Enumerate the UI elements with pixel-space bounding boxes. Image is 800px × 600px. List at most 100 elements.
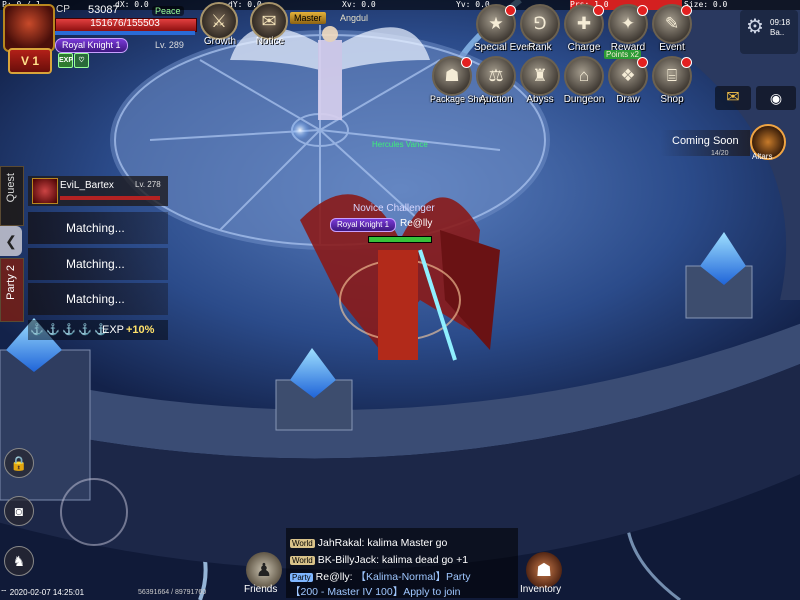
charge-button[interactable]: ✚ Charge: [562, 4, 606, 53]
debug-xv: Xv: 0.0: [342, 0, 376, 9]
notice-label: Notice: [255, 36, 285, 47]
chat-text: 【200 - Master IV 100】Apply to join: [290, 586, 461, 598]
ally-name[interactable]: Hercules Vance: [372, 140, 428, 149]
mail-icon[interactable]: ✉: [715, 86, 751, 110]
chat-user: Re@lly:: [315, 571, 353, 583]
cp-value: 53087: [88, 4, 119, 16]
notice-button[interactable]: ✉ Notice: [250, 2, 290, 47]
inventory-label: Inventory: [520, 584, 562, 595]
exp-label: EXP: [102, 324, 125, 336]
crossed-swords-icon: ⚔: [200, 2, 238, 40]
special-event-button[interactable]: ★ Special Event: [474, 4, 535, 53]
datetime: 2020-02-07 14:25:01: [9, 588, 85, 597]
rank-glyph: ⅁: [533, 14, 547, 33]
chat-message: World JahRakal: kalima Master go: [290, 537, 447, 549]
shop-button[interactable]: ⌸ Shop: [650, 56, 694, 105]
wifi-icon: ⌔: [0, 588, 8, 597]
collapse-panel-button[interactable]: ❮: [0, 226, 22, 256]
party-exp-bonus-bar: ⚓ ⚓ ⚓ ⚓ ⚓ EXP +10%: [28, 320, 168, 340]
npc-name: Angdul: [340, 13, 369, 23]
abyss-button[interactable]: ♜ Abyss: [518, 56, 562, 105]
tab-quest-label: Quest: [5, 173, 17, 203]
dungeon-icon: ⌂: [564, 56, 604, 96]
dungeon-glyph: ⌂: [578, 66, 590, 85]
status-time: 09:18: [770, 18, 791, 27]
player-title-badge: Royal Knight 1: [55, 38, 128, 53]
mount-horse-icon[interactable]: ♞: [4, 546, 34, 576]
party-slot-matching[interactable]: Matching...: [28, 248, 168, 280]
player-title-tag: Royal Knight 1: [330, 218, 397, 232]
coming-soon-label: Coming Soon: [672, 135, 739, 147]
tab-quest[interactable]: Quest: [0, 166, 24, 226]
anchor-icon: ⚓: [62, 324, 76, 336]
chat-text: kalima dead go +1: [379, 554, 469, 566]
anchor-icon: ⚓: [30, 324, 44, 336]
exp-bonus-value: +10%: [126, 324, 155, 336]
virtual-joystick[interactable]: [60, 478, 128, 546]
tab-party[interactable]: Party 2: [0, 258, 24, 322]
growth-label: Growth: [203, 36, 237, 47]
reward-button[interactable]: ✦ Reward: [606, 4, 650, 53]
tab-party-label: Party 2: [5, 265, 17, 300]
chat-message[interactable]: 【200 - Master IV 100】Apply to join: [290, 584, 460, 599]
player-level: Lv. 289: [155, 40, 184, 50]
special-event-glyph: ★: [488, 14, 504, 33]
eye-view-icon[interactable]: ◉: [756, 86, 796, 110]
vip-level-badge[interactable]: V 1: [8, 48, 52, 74]
notification-dot: [637, 5, 648, 16]
notification-dot: [637, 57, 648, 68]
notification-dot: [593, 5, 604, 16]
player-character-name[interactable]: Re@lly: [400, 218, 432, 229]
chat-message: Party Re@lly: 【Kalima-Normal】Party: [290, 569, 470, 584]
points-x2-badge: Points x2: [604, 50, 641, 59]
friends-icon[interactable]: ♟: [246, 552, 282, 588]
party-member-level: Lv. 278: [135, 180, 161, 189]
minimap-compass-icon: ⚙: [746, 16, 764, 38]
chat-user: BK-BillyJack:: [317, 554, 380, 566]
altar-label: Altars: [752, 152, 773, 161]
notification-dot: [461, 57, 472, 68]
party-member-hp-bar: [60, 196, 160, 200]
draw-button[interactable]: ❖ Points x2 Draw: [604, 50, 650, 105]
event-button[interactable]: ✎ Event: [650, 4, 694, 53]
chat-channel-tag: World: [290, 556, 315, 565]
status-extra: Ba..: [770, 28, 785, 37]
debug-dx: dX: 0.0: [115, 0, 149, 9]
package-glyph: ☗: [444, 66, 460, 85]
event-icon: ✎: [652, 4, 692, 44]
shop-glyph: ⌸: [666, 66, 678, 85]
exp-buff-icon[interactable]: EXP: [58, 53, 73, 68]
auction-scale-icon: ⚖: [476, 56, 516, 96]
player-portrait[interactable]: [3, 4, 55, 52]
camera-icon[interactable]: ◙: [4, 496, 34, 526]
growth-button[interactable]: ⚔ Growth: [200, 2, 240, 47]
special-event-icon: ★: [476, 4, 516, 44]
party-slot-matching[interactable]: Matching...: [28, 283, 168, 315]
chat-text: 【Kalima-Normal】Party: [352, 571, 471, 583]
chat-channel-tag: Party: [290, 573, 313, 582]
chat-message: World BK-BillyJack: kalima dead go +1: [290, 554, 468, 566]
inventory-bag-icon[interactable]: ☗: [526, 552, 562, 588]
party-slot-matching[interactable]: Matching...: [28, 212, 168, 244]
draw-glyph: ❖: [620, 66, 636, 85]
scroll-icon: ✉: [250, 2, 288, 40]
package-icon: ☗: [432, 56, 472, 96]
auction-glyph: ⚖: [488, 66, 504, 85]
lock-icon[interactable]: 🔒: [4, 448, 34, 478]
party-member-portrait: [32, 178, 58, 204]
auction-button[interactable]: ⚖ Auction: [474, 56, 518, 105]
npc-title-badge: Master: [290, 12, 326, 24]
chat-text: kalima Master go: [364, 537, 448, 549]
party-member-name: EviL_Bartex: [60, 180, 114, 191]
position-readout: 56391664 / 89791760: [138, 589, 207, 596]
player-guild-name: Novice Challenger: [353, 203, 435, 214]
rank-button[interactable]: ⅁ Rank: [518, 4, 562, 53]
charge-icon: ✚: [564, 4, 604, 44]
reward-glyph: ✦: [620, 14, 636, 33]
package-shop-button[interactable]: ☗ Package Shop: [430, 56, 489, 104]
anchor-icon: ⚓: [46, 324, 60, 336]
heart-buff-icon[interactable]: ♡: [74, 53, 89, 68]
peace-mode-toggle[interactable]: Peace: [152, 6, 184, 16]
dungeon-button[interactable]: ⌂ Dungeon: [562, 56, 606, 105]
minimap[interactable]: ⚙ 09:18 Ba..: [740, 10, 798, 54]
